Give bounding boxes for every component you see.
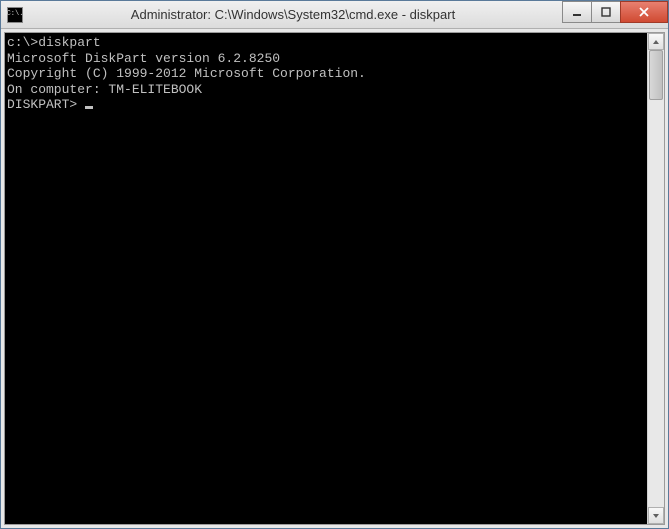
maximize-icon [601,7,611,17]
close-button[interactable] [620,1,668,23]
window-title: Administrator: C:\Windows\System32\cmd.e… [23,7,563,22]
console-line: On computer: TM-ELITEBOOK [7,82,645,98]
window-controls [563,1,668,23]
cmd-icon-label: C:\. [7,11,24,18]
cursor [85,106,93,109]
minimize-button[interactable] [562,1,592,23]
client-area: c:\>diskpartMicrosoft DiskPart version 6… [1,29,668,528]
chevron-up-icon [652,39,660,45]
console-wrapper: c:\>diskpartMicrosoft DiskPart version 6… [4,32,665,525]
titlebar[interactable]: C:\. Administrator: C:\Windows\System32\… [1,1,668,29]
console-line: c:\>diskpart [7,35,645,51]
console-output[interactable]: c:\>diskpartMicrosoft DiskPart version 6… [5,33,647,524]
console-line: DISKPART> [7,97,645,113]
minimize-icon [572,7,582,17]
cmd-icon[interactable]: C:\. [7,7,23,23]
cmd-window: C:\. Administrator: C:\Windows\System32\… [0,0,669,529]
console-line: Microsoft DiskPart version 6.2.8250 [7,51,645,67]
vertical-scrollbar[interactable] [647,33,664,524]
maximize-button[interactable] [591,1,621,23]
scroll-up-button[interactable] [648,33,664,50]
chevron-down-icon [652,513,660,519]
scroll-track[interactable] [648,50,664,507]
scroll-down-button[interactable] [648,507,664,524]
scroll-thumb[interactable] [649,50,663,100]
close-icon [638,6,650,18]
console-line: Copyright (C) 1999-2012 Microsoft Corpor… [7,66,645,82]
